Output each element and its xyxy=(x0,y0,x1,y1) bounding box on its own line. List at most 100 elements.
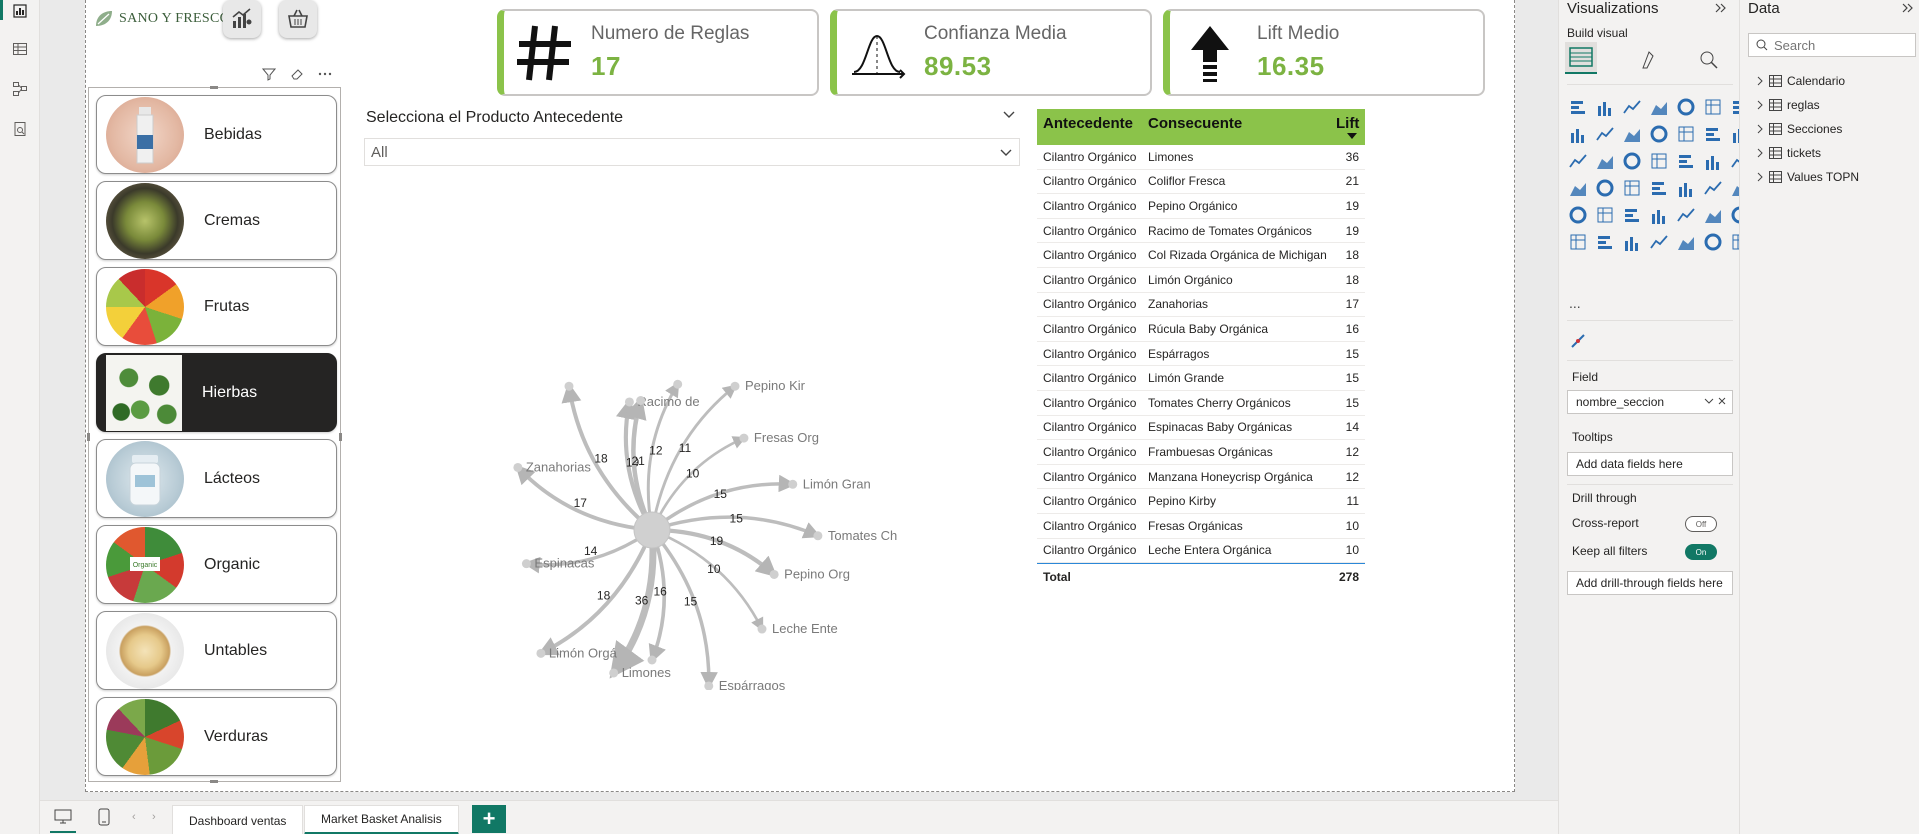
network-node[interactable] xyxy=(769,569,779,579)
clustered-column-icon[interactable] xyxy=(1648,96,1670,118)
data-search-input[interactable] xyxy=(1774,37,1904,53)
network-node[interactable] xyxy=(636,395,646,405)
diamond-icon[interactable] xyxy=(1702,231,1724,253)
area-chart-icon[interactable] xyxy=(1567,123,1589,145)
prev-page-icon[interactable]: ‹ xyxy=(132,811,136,823)
network-node[interactable] xyxy=(757,624,767,634)
column-header-consecuente[interactable]: Consecuente xyxy=(1142,109,1330,145)
table-row[interactable]: Cilantro Orgánico Pepino Kirby 11 xyxy=(1037,489,1365,514)
column-header-antecedente[interactable]: Antecedente xyxy=(1037,109,1142,145)
association-network[interactable]: 1912 11101515191015163618141718 21 Racimo … xyxy=(500,330,940,690)
kpi-icon[interactable] xyxy=(1648,177,1670,199)
basket-analysis-button[interactable] xyxy=(279,0,317,38)
data-search-box[interactable] xyxy=(1748,33,1916,57)
model-view-icon[interactable] xyxy=(9,78,31,100)
format-visual-icon[interactable] xyxy=(1639,50,1659,75)
build-visual-tab[interactable] xyxy=(1565,42,1597,74)
ribbon-chart-icon[interactable] xyxy=(1621,123,1643,145)
table-row[interactable]: Cilantro Orgánico Tomates Cherry Orgánico… xyxy=(1037,391,1365,416)
treemap-icon[interactable] xyxy=(1648,150,1670,172)
table-row[interactable]: Cilantro Orgánico Limones 36 xyxy=(1037,145,1365,170)
r-visual-icon[interactable] xyxy=(1567,204,1589,226)
cross-report-toggle[interactable]: Off xyxy=(1685,516,1717,532)
collapse-data-pane-icon[interactable] xyxy=(1900,1,1914,20)
table-row[interactable]: Cilantro Orgánico Leche Entera Orgánica 10 xyxy=(1037,539,1365,564)
line-column-icon[interactable] xyxy=(1702,123,1724,145)
filled-map-icon[interactable] xyxy=(1702,150,1724,172)
sales-dashboard-button[interactable] xyxy=(223,0,261,38)
tab-dashboard-ventas[interactable]: Dashboard ventas xyxy=(172,805,304,834)
data-table-item[interactable]: Secciones xyxy=(1756,122,1842,136)
expand-chevron-icon[interactable] xyxy=(1756,172,1764,182)
table-row[interactable]: Cilantro Orgánico Frambuesas Orgánicas 12 xyxy=(1037,440,1365,465)
network-node[interactable] xyxy=(673,379,683,389)
category-cremas[interactable]: Cremas xyxy=(96,181,337,260)
add-page-button[interactable]: + xyxy=(472,805,506,833)
key-influencers-icon[interactable] xyxy=(1621,204,1643,226)
table-row[interactable]: Cilantro Orgánico Pepino Orgánico 19 xyxy=(1037,194,1365,219)
expand-chevron-icon[interactable] xyxy=(1756,100,1764,110)
field-well-item[interactable]: nombre_seccion xyxy=(1567,390,1733,414)
100-bar-icon[interactable] xyxy=(1675,96,1697,118)
expand-chevron-icon[interactable] xyxy=(1756,148,1764,158)
network-node[interactable] xyxy=(521,559,531,569)
more-visuals[interactable]: ... xyxy=(1569,295,1581,311)
data-table-item[interactable]: Values TOPN xyxy=(1756,170,1859,184)
category-hierbas[interactable]: Hierbas xyxy=(96,353,337,432)
100-column-icon[interactable] xyxy=(1702,96,1724,118)
stacked-column-icon[interactable] xyxy=(1594,96,1616,118)
network-node[interactable] xyxy=(813,531,823,541)
table-row[interactable]: Cilantro Orgánico Espinacas Baby Orgánica… xyxy=(1037,416,1365,441)
category-bebidas[interactable]: Bebidas xyxy=(96,95,337,174)
python-visual-icon[interactable] xyxy=(1594,204,1616,226)
next-page-icon[interactable]: › xyxy=(152,811,156,823)
column-header-lift[interactable]: Lift xyxy=(1330,109,1365,145)
table-row[interactable]: Cilantro Orgánico Col Rizada Orgánica de … xyxy=(1037,243,1365,268)
category-frutas[interactable]: Frutas xyxy=(96,267,337,346)
stacked-area-icon[interactable] xyxy=(1594,123,1616,145)
table-row[interactable]: Cilantro Orgánico Racimo de Tomates Orgán… xyxy=(1037,219,1365,244)
card-icon[interactable] xyxy=(1594,177,1616,199)
table-row[interactable]: Cilantro Orgánico Limón Orgánico 18 xyxy=(1037,268,1365,293)
stacked-bar-icon[interactable] xyxy=(1567,96,1589,118)
tab-market-basket[interactable]: Market Basket Analisis xyxy=(304,805,459,834)
power-automate-icon[interactable] xyxy=(1594,231,1616,253)
chevron-up-icon[interactable] xyxy=(1002,107,1016,126)
network-node[interactable] xyxy=(609,668,619,678)
table-row[interactable]: Cilantro Orgánico Fresas Orgánicas 10 xyxy=(1037,514,1365,539)
scatter-icon[interactable] xyxy=(1567,150,1589,172)
expand-chevron-icon[interactable] xyxy=(1756,124,1764,134)
network-node[interactable] xyxy=(739,433,749,443)
table-row[interactable]: Cilantro Orgánico Limón Grande 15 xyxy=(1037,366,1365,391)
drill-through-well[interactable]: Add drill-through fields here xyxy=(1567,571,1733,595)
data-table-item[interactable]: Calendario xyxy=(1756,74,1845,88)
table-row[interactable]: Cilantro Orgánico Zanahorias 17 xyxy=(1037,293,1365,318)
network-node[interactable] xyxy=(564,381,574,391)
network-node[interactable] xyxy=(536,648,546,658)
data-table-item[interactable]: tickets xyxy=(1756,146,1821,160)
keep-filters-toggle[interactable]: On xyxy=(1685,544,1717,560)
donut-icon[interactable] xyxy=(1621,150,1643,172)
eraser-icon[interactable] xyxy=(290,67,304,84)
category-verduras[interactable]: Verduras xyxy=(96,697,337,776)
power-apps-icon[interactable] xyxy=(1567,231,1589,253)
network-node[interactable] xyxy=(704,681,714,690)
network-edge[interactable] xyxy=(651,528,764,632)
clustered-bar-icon[interactable] xyxy=(1621,96,1643,118)
table-row[interactable]: Cilantro Orgánico Manzana Honeycrisp Orgá… xyxy=(1037,465,1365,490)
multi-row-card-icon[interactable] xyxy=(1621,177,1643,199)
tooltips-well[interactable]: Add data fields here xyxy=(1567,452,1733,476)
slicer-icon[interactable] xyxy=(1675,177,1697,199)
category-lacteos[interactable]: Lácteos xyxy=(96,439,337,518)
qa-icon[interactable] xyxy=(1675,204,1697,226)
center-node[interactable] xyxy=(633,511,671,549)
smart-narrative-icon[interactable] xyxy=(1702,204,1724,226)
chevron-down-icon[interactable] xyxy=(1704,395,1714,409)
pie-chart-icon[interactable] xyxy=(1594,150,1616,172)
remove-field-icon[interactable] xyxy=(1717,395,1727,409)
filter-icon[interactable] xyxy=(261,67,277,84)
mobile-layout-icon[interactable] xyxy=(98,808,110,831)
map-icon[interactable] xyxy=(1675,150,1697,172)
category-organic[interactable]: Organic Organic xyxy=(96,525,337,604)
metrics-icon[interactable] xyxy=(1621,231,1643,253)
